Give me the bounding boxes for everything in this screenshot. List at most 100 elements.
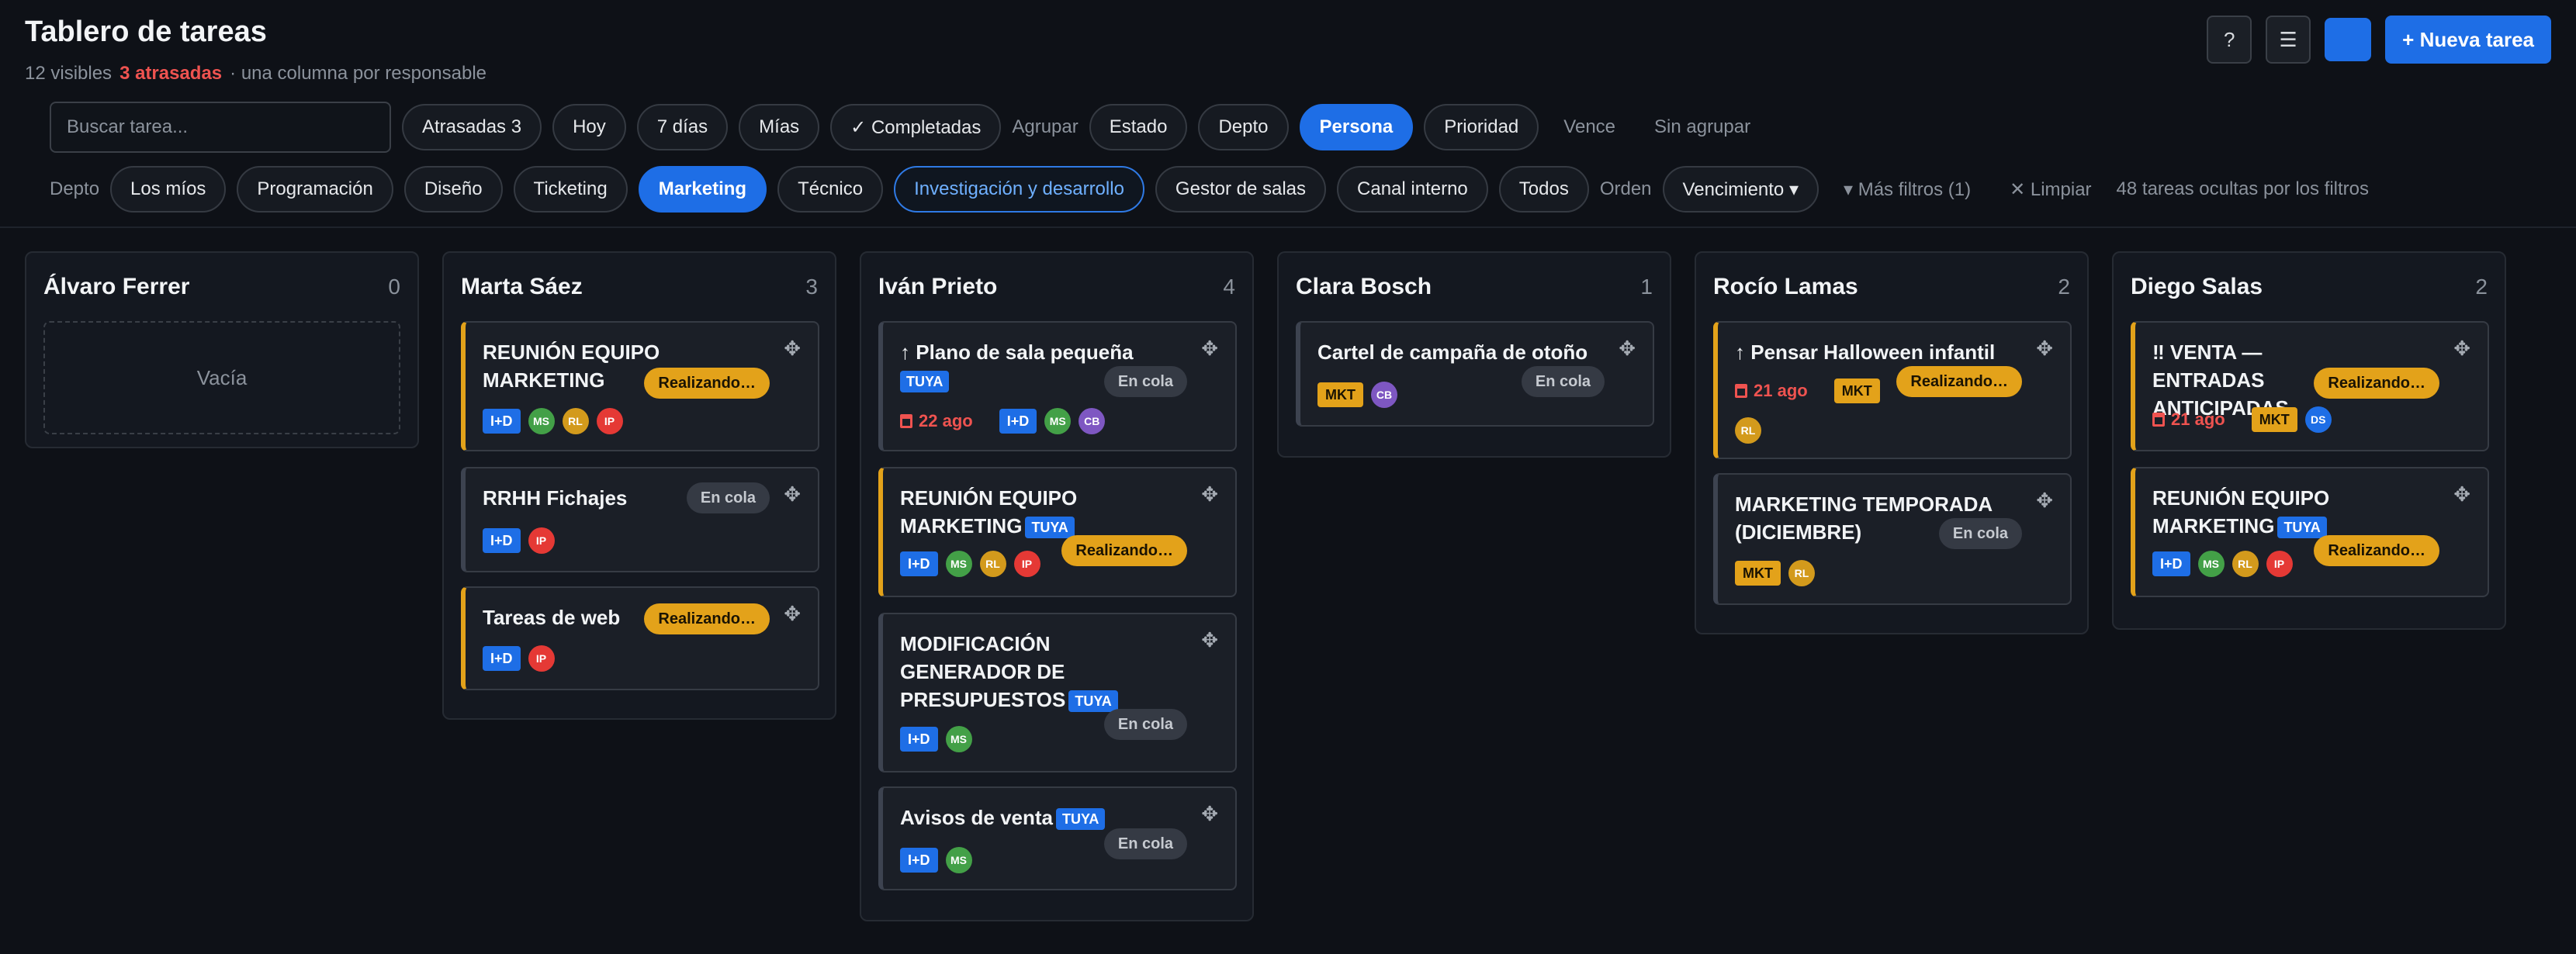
drag-handle-icon[interactable]: ✥ [2453,482,2470,506]
avatar: MS [945,551,972,577]
task-meta: I+D MS [900,726,972,752]
column-rocio-lamas: Rocío Lamas 2 ↑ Pensar Halloween infanti… [1695,251,2089,634]
group-persona[interactable]: Persona [1299,104,1414,150]
group-prioridad[interactable]: Prioridad [1424,104,1539,150]
user-button[interactable] [2325,18,2372,61]
menu-button[interactable]: ☰ [2266,16,2311,64]
depto-marketing[interactable]: Marketing [638,166,767,213]
order-select[interactable]: Vencimiento ▾ [1662,166,1819,213]
status-badge: Realizando… [644,368,770,399]
help-button[interactable]: ? [2207,16,2252,64]
due-date-text: 22 ago [919,411,973,430]
column-header: Álvaro Ferrer 0 [26,253,417,321]
column-header: Rocío Lamas 2 [1696,253,2087,321]
task-card[interactable]: Avisos de venta TUYA ✥ En cola I+D MS [878,786,1237,890]
board-summary: 12 visibles 3 atrasadas · una columna por … [25,63,486,85]
dept-tag: I+D [900,551,938,576]
column-marta-saez: Marta Sáez 3 REUNIÓN EQUIPO MARKETING ✥ … [442,251,836,720]
avatar: CB [1079,408,1106,434]
task-title: RRHH Fichajes [483,486,628,510]
drag-handle-icon[interactable]: ✥ [2453,337,2470,361]
task-title-text: ↑ Plano de sala pequeña [900,340,1134,364]
drag-handle-icon[interactable]: ✥ [2036,489,2053,513]
task-meta: MKT RL [1735,560,1815,586]
status-badge: En cola [1103,709,1187,740]
dept-tag: I+D [2152,551,2190,576]
task-card[interactable]: ↑ Plano de sala pequeña TUYA ✥ En cola 22… [878,321,1237,451]
dept-tag: I+D [483,409,521,434]
task-title: MODIFICACIÓN GENERADOR DE PRESUPUESTOS TU… [900,630,1133,714]
task-card[interactable]: MODIFICACIÓN GENERADOR DE PRESUPUESTOS TU… [878,613,1237,773]
column-header: Marta Sáez 3 [444,253,835,321]
column-alvaro-ferrer: Álvaro Ferrer 0 Vacía [25,251,419,448]
late-count[interactable]: 3 atrasadas [119,63,222,84]
depto-mine[interactable]: Los míos [110,166,227,213]
filter-completed[interactable]: ✓ Completadas [830,104,1002,150]
task-card[interactable]: REUNIÓN EQUIPO MARKETING ✥ Realizando… I… [461,321,819,451]
filter-overdue[interactable]: Atrasadas 3 [402,104,542,150]
avatar: IP [1013,551,1040,577]
task-card[interactable]: MARKETING TEMPORADA (DICIEMBRE) ✥ En col… [1713,473,2072,605]
more-filters-button[interactable]: ▾ Más filtros (1) [1830,178,1985,201]
dept-tag: I+D [900,848,938,873]
filter-today[interactable]: Hoy [552,104,626,150]
new-task-button[interactable]: + Nueva tarea [2385,16,2551,64]
group-none[interactable]: Sin agrupar [1640,116,1764,138]
drag-handle-icon[interactable]: ✥ [1201,337,1218,361]
task-title: Avisos de venta TUYA [900,804,1156,831]
task-card[interactable]: REUNIÓN EQUIPO MARKETING TUYA ✥ Realizand… [878,467,1237,597]
drag-handle-icon[interactable]: ✥ [784,482,801,506]
drag-handle-icon[interactable]: ✥ [784,337,801,361]
search-input[interactable]: Buscar tarea... [50,102,391,153]
column-header: Iván Prieto 4 [861,253,1252,321]
task-card[interactable]: Cartel de campaña de otoño ✥ En cola MKT… [1296,321,1654,427]
task-title: ↑ Pensar Halloween infantil [1735,340,1996,364]
depto-diseno[interactable]: Diseño [403,166,503,213]
depto-programacion[interactable]: Programación [237,166,393,213]
column-count: 2 [2058,275,2070,299]
order-label: Orden [1599,178,1652,199]
drag-handle-icon[interactable]: ✥ [1201,802,1218,826]
drag-handle-icon[interactable]: ✥ [1201,482,1218,506]
filter-7-days[interactable]: 7 días [636,104,729,150]
depto-tecnico[interactable]: Técnico [777,166,884,213]
status-badge: En cola [686,482,770,513]
group-vence[interactable]: Vence [1549,116,1629,138]
depto-todos[interactable]: Todos [1498,166,1589,213]
clear-filters-button[interactable]: ✕ Limpiar [1996,178,2105,201]
due-date: 21 ago [1735,381,1808,401]
drag-handle-icon[interactable]: ✥ [1619,337,1636,361]
group-depto[interactable]: Depto [1198,104,1289,150]
column-count: 4 [1223,275,1235,299]
task-card[interactable]: REUNIÓN EQUIPO MARKETING TUYA ✥ Realizand… [2131,467,2489,597]
filters-divider [0,226,2576,228]
column-name: Álvaro Ferrer [43,274,190,299]
drag-handle-icon[interactable]: ✥ [784,602,801,626]
task-title: REUNIÓN EQUIPO MARKETING [483,340,660,392]
dept-tag: I+D [900,727,938,752]
status-badge: Realizando… [1896,366,2022,397]
task-card[interactable]: ‼ VENTA — ENTRADAS ANTICIPADAS ✥ Realiza… [2131,321,2489,451]
page-title: Tablero de tareas [25,16,267,48]
task-card[interactable]: Tareas de web ✥ Realizando… I+D IP [461,586,819,690]
avatar: IP [528,645,555,672]
filter-mine[interactable]: Mías [739,104,820,150]
column-header: Clara Bosch 1 [1279,253,1670,321]
group-label: Agrupar [1012,116,1079,137]
depto-id[interactable]: Investigación y desarrollo [894,166,1144,213]
column-name: Rocío Lamas [1713,274,1858,299]
mine-badge: TUYA [1025,517,1075,539]
task-meta: I+D MS RL IP [2152,551,2293,577]
mine-badge: TUYA [1056,808,1106,831]
depto-gestor-salas[interactable]: Gestor de salas [1155,166,1327,213]
group-estado[interactable]: Estado [1089,104,1188,150]
drag-handle-icon[interactable]: ✥ [1201,628,1218,652]
depto-canal-interno[interactable]: Canal interno [1337,166,1488,213]
depto-ticketing[interactable]: Ticketing [513,166,628,213]
task-meta: I+D MS RL IP [900,551,1040,577]
drag-handle-icon[interactable]: ✥ [2036,337,2053,361]
task-title: Cartel de campaña de otoño [1317,340,1588,364]
task-card[interactable]: ↑ Pensar Halloween infantil ✥ Realizando… [1713,321,2072,459]
task-title: REUNIÓN EQUIPO MARKETING TUYA [900,484,1086,540]
task-card[interactable]: RRHH Fichajes ✥ En cola I+D IP [461,467,819,572]
